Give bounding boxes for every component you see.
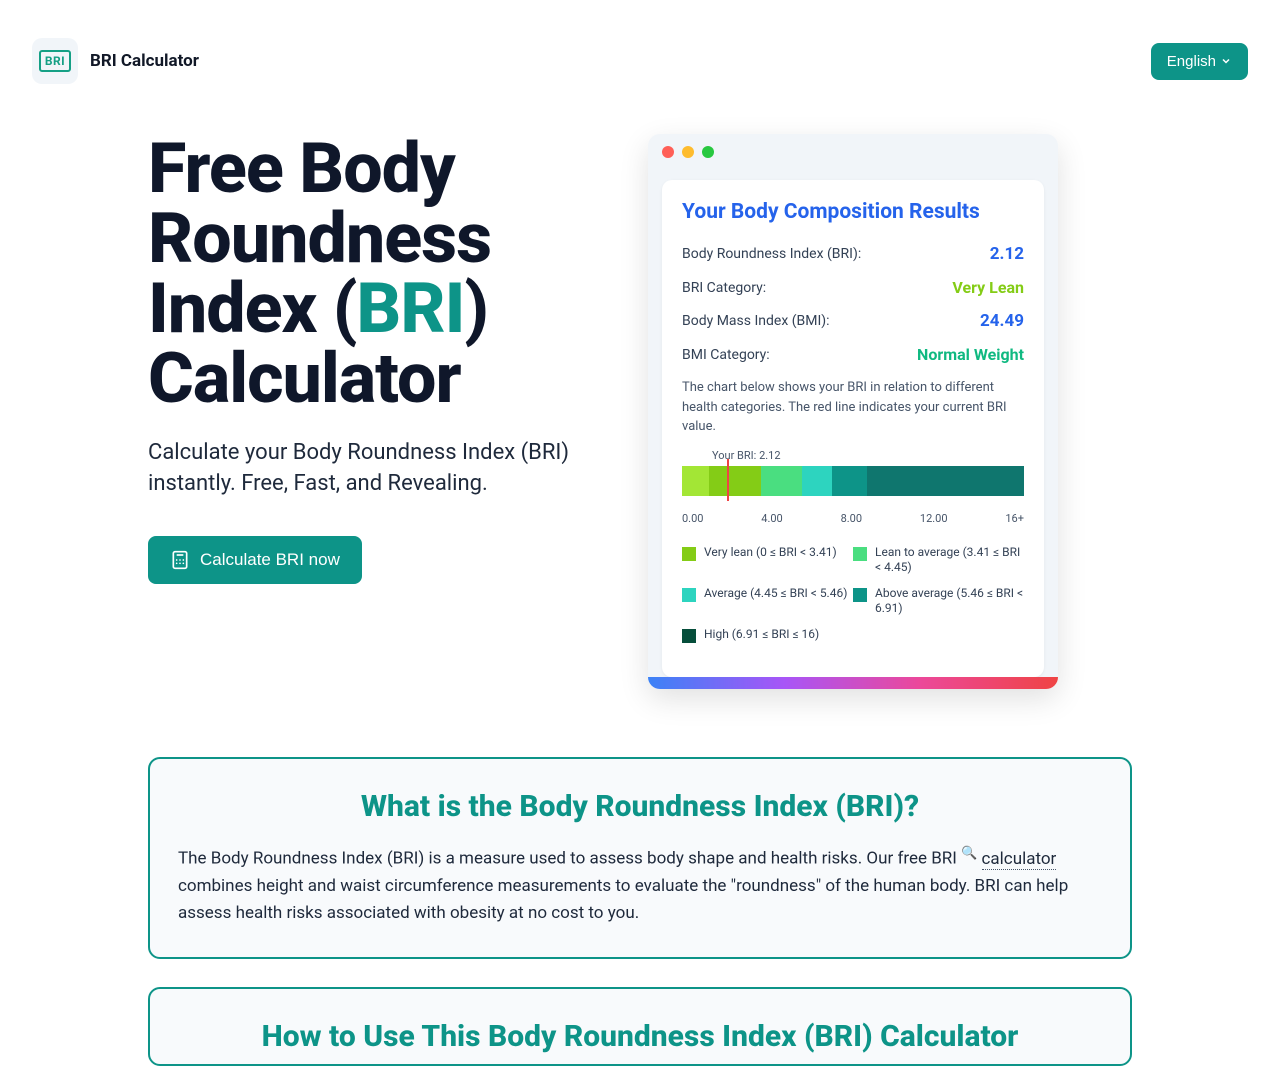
your-bri-label: Your BRI: 2.12 <box>712 449 1024 462</box>
bmi-value: 24.49 <box>980 311 1024 331</box>
chart-ticks: 0.00 4.00 8.00 12.00 16+ <box>682 512 1024 525</box>
maximize-dot-icon <box>702 146 714 158</box>
hero-subtitle: Calculate your Body Roundness Index (BRI… <box>148 438 578 500</box>
bri-chart-bar <box>682 466 1024 496</box>
language-label: English <box>1167 53 1216 70</box>
bri-label: Body Roundness Index (BRI): <box>682 246 861 262</box>
how-to-use-box: How to Use This Body Roundness Index (BR… <box>148 987 1132 1066</box>
bri-indicator-line <box>727 459 729 501</box>
site-logo[interactable]: BRI BRI Calculator <box>32 38 199 84</box>
what-is-bri-body: The Body Roundness Index (BRI) is a meas… <box>178 844 1102 927</box>
calculator-tooltip[interactable]: calculator <box>982 849 1057 870</box>
language-selector[interactable]: English <box>1151 43 1248 80</box>
what-is-bri-box: What is the Body Roundness Index (BRI)? … <box>148 757 1132 959</box>
bmi-category-label: BMI Category: <box>682 347 770 363</box>
bri-category-label: BRI Category: <box>682 280 766 296</box>
bri-value: 2.12 <box>990 244 1024 264</box>
bmi-label: Body Mass Index (BMI): <box>682 313 830 329</box>
calculate-button[interactable]: Calculate BRI now <box>148 536 362 584</box>
chart-legend: Very lean (0 ≤ BRI < 3.41) Lean to avera… <box>682 545 1024 653</box>
magnify-icon: 🔍 <box>961 846 977 861</box>
calculator-icon <box>170 550 190 570</box>
preview-window: Your Body Composition Results Body Round… <box>648 134 1058 689</box>
gradient-strip <box>648 677 1058 689</box>
what-is-bri-title: What is the Body Roundness Index (BRI)? <box>178 789 1102 824</box>
hero-title: Free Body Roundness Index (BRI) Calculat… <box>148 134 608 414</box>
minimize-dot-icon <box>682 146 694 158</box>
how-to-use-title: How to Use This Body Roundness Index (BR… <box>178 1019 1102 1054</box>
results-heading: Your Body Composition Results <box>682 200 1024 224</box>
logo-badge: BRI <box>32 38 78 84</box>
results-card: Your Body Composition Results Body Round… <box>662 180 1044 677</box>
site-name: BRI Calculator <box>90 51 199 71</box>
bri-category-value: Very Lean <box>952 278 1024 297</box>
calculate-button-label: Calculate BRI now <box>200 550 340 570</box>
close-dot-icon <box>662 146 674 158</box>
window-controls <box>648 134 1058 170</box>
logo-abbr: BRI <box>39 50 71 72</box>
bmi-category-value: Normal Weight <box>917 345 1024 364</box>
chevron-down-icon <box>1220 55 1232 67</box>
chart-description: The chart below shows your BRI in relati… <box>682 378 1024 437</box>
